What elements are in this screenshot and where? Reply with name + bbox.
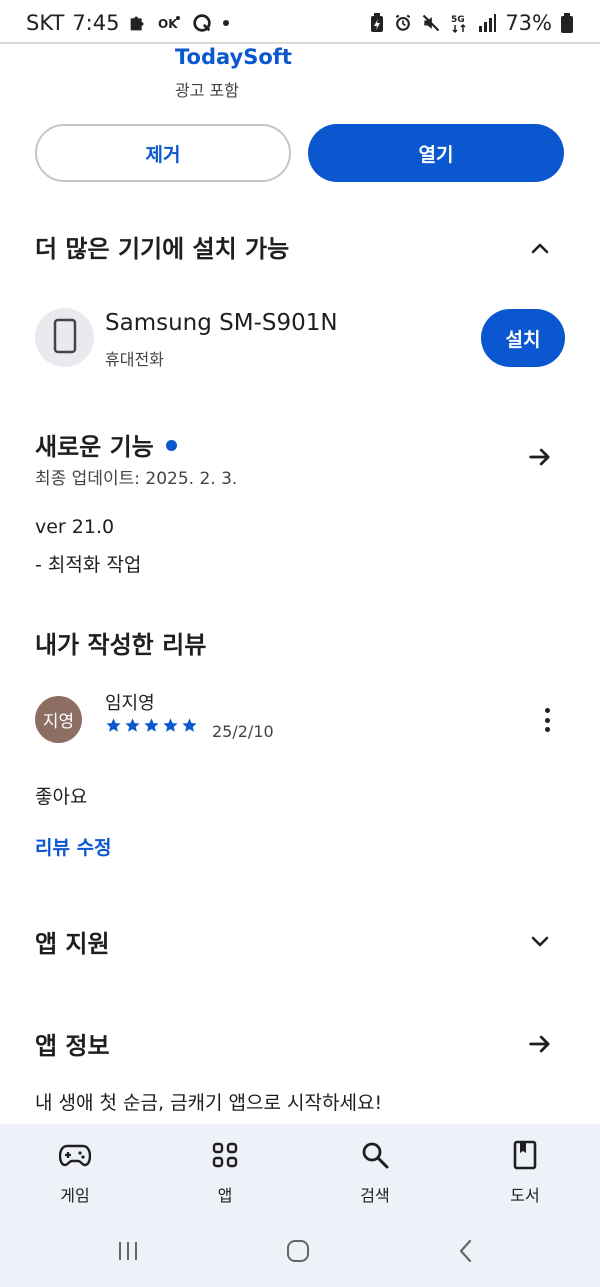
whats-new-label: 새로운 기능 bbox=[35, 433, 154, 461]
nav-label-books: 도서 bbox=[510, 1186, 540, 1205]
back-icon[interactable] bbox=[446, 1236, 486, 1266]
star-icon bbox=[163, 718, 178, 732]
apps-grid-icon bbox=[208, 1138, 242, 1172]
recents-icon[interactable] bbox=[108, 1236, 148, 1266]
5g-icon: 5G bbox=[449, 11, 469, 35]
my-review-title: 내가 작성한 리뷰 bbox=[35, 631, 207, 659]
phone-icon bbox=[52, 318, 78, 358]
device-type: 휴대전화 bbox=[105, 350, 164, 369]
nav-item-books[interactable]: 도서 bbox=[470, 1138, 580, 1206]
status-right: 5G 73% bbox=[369, 11, 574, 35]
status-left: SKT 7:45 OK bbox=[26, 11, 231, 35]
mute-icon bbox=[421, 12, 441, 34]
changes-text: - 최적화 작업 bbox=[35, 554, 142, 576]
edit-review-link[interactable]: 리뷰 수정 bbox=[35, 833, 112, 860]
chevron-up-icon[interactable] bbox=[524, 232, 556, 264]
reviewer-name: 임지영 bbox=[105, 693, 155, 714]
last-updated: 최종 업데이트: 2025. 2. 3. bbox=[35, 469, 238, 489]
star-icon bbox=[125, 718, 140, 732]
developer-link[interactable]: TodaySoft bbox=[175, 45, 292, 69]
review-date: 25/2/10 bbox=[212, 722, 274, 741]
device-name: Samsung SM-S901N bbox=[105, 310, 338, 336]
avatar: 지영 bbox=[35, 696, 82, 743]
app-description: 내 생애 첫 순금, 금캐기 앱으로 시작하세요! bbox=[35, 1092, 383, 1114]
devices-section-title: 더 많은 기기에 설치 가능 bbox=[35, 235, 290, 263]
dot-icon bbox=[221, 12, 231, 34]
book-icon bbox=[508, 1138, 542, 1172]
nav-label-games: 게임 bbox=[60, 1186, 90, 1205]
nav-item-search[interactable]: 검색 bbox=[320, 1138, 430, 1206]
nav-label-apps: 앱 bbox=[217, 1186, 233, 1205]
star-icon bbox=[144, 718, 159, 732]
star-icon bbox=[106, 718, 121, 732]
ads-label: 광고 포함 bbox=[175, 81, 239, 100]
app-info-title[interactable]: 앱 정보 bbox=[35, 1026, 110, 1061]
nav-item-games[interactable]: 게임 bbox=[20, 1138, 130, 1206]
q-app-icon bbox=[191, 12, 213, 34]
home-icon[interactable] bbox=[278, 1236, 318, 1266]
chevron-down-icon[interactable] bbox=[524, 925, 556, 957]
gamepad-icon bbox=[58, 1138, 92, 1172]
open-button[interactable]: 열기 bbox=[308, 124, 564, 182]
new-indicator-dot bbox=[165, 439, 177, 451]
arrow-right-icon[interactable] bbox=[524, 441, 556, 473]
install-on-device-button[interactable]: 설치 bbox=[481, 309, 565, 367]
nav-item-apps[interactable]: 앱 bbox=[170, 1138, 280, 1206]
status-bar: SKT 7:45 OK 5G 73% bbox=[0, 0, 600, 46]
battery-percent: 73% bbox=[505, 11, 552, 35]
clock: 7:45 bbox=[72, 11, 120, 35]
status-divider bbox=[0, 42, 600, 44]
puzzle-icon bbox=[127, 12, 149, 34]
nav-label-search: 검색 bbox=[360, 1186, 390, 1205]
carrier-label: SKT bbox=[26, 11, 65, 35]
app-support-title[interactable]: 앱 지원 bbox=[35, 924, 110, 959]
version-text: ver 21.0 bbox=[35, 516, 115, 538]
search-icon bbox=[358, 1138, 392, 1172]
alarm-icon bbox=[393, 12, 413, 34]
review-text: 좋아요 bbox=[35, 786, 88, 808]
more-options-icon[interactable] bbox=[533, 704, 561, 736]
ok-cashbag-icon: OK bbox=[157, 12, 183, 34]
battery-icon bbox=[560, 12, 574, 34]
svg-text:OK: OK bbox=[158, 17, 178, 31]
network-type-label: 5G bbox=[451, 15, 465, 25]
system-navigation bbox=[0, 1214, 600, 1287]
uninstall-button[interactable]: 제거 bbox=[35, 124, 291, 182]
battery-saver-icon bbox=[369, 12, 385, 34]
star-icon bbox=[182, 718, 197, 732]
arrow-right-icon[interactable] bbox=[524, 1028, 556, 1060]
device-avatar bbox=[35, 308, 94, 367]
signal-icon bbox=[477, 12, 497, 34]
whats-new-title[interactable]: 새로운 기능 bbox=[35, 427, 177, 462]
star-rating bbox=[105, 717, 198, 734]
